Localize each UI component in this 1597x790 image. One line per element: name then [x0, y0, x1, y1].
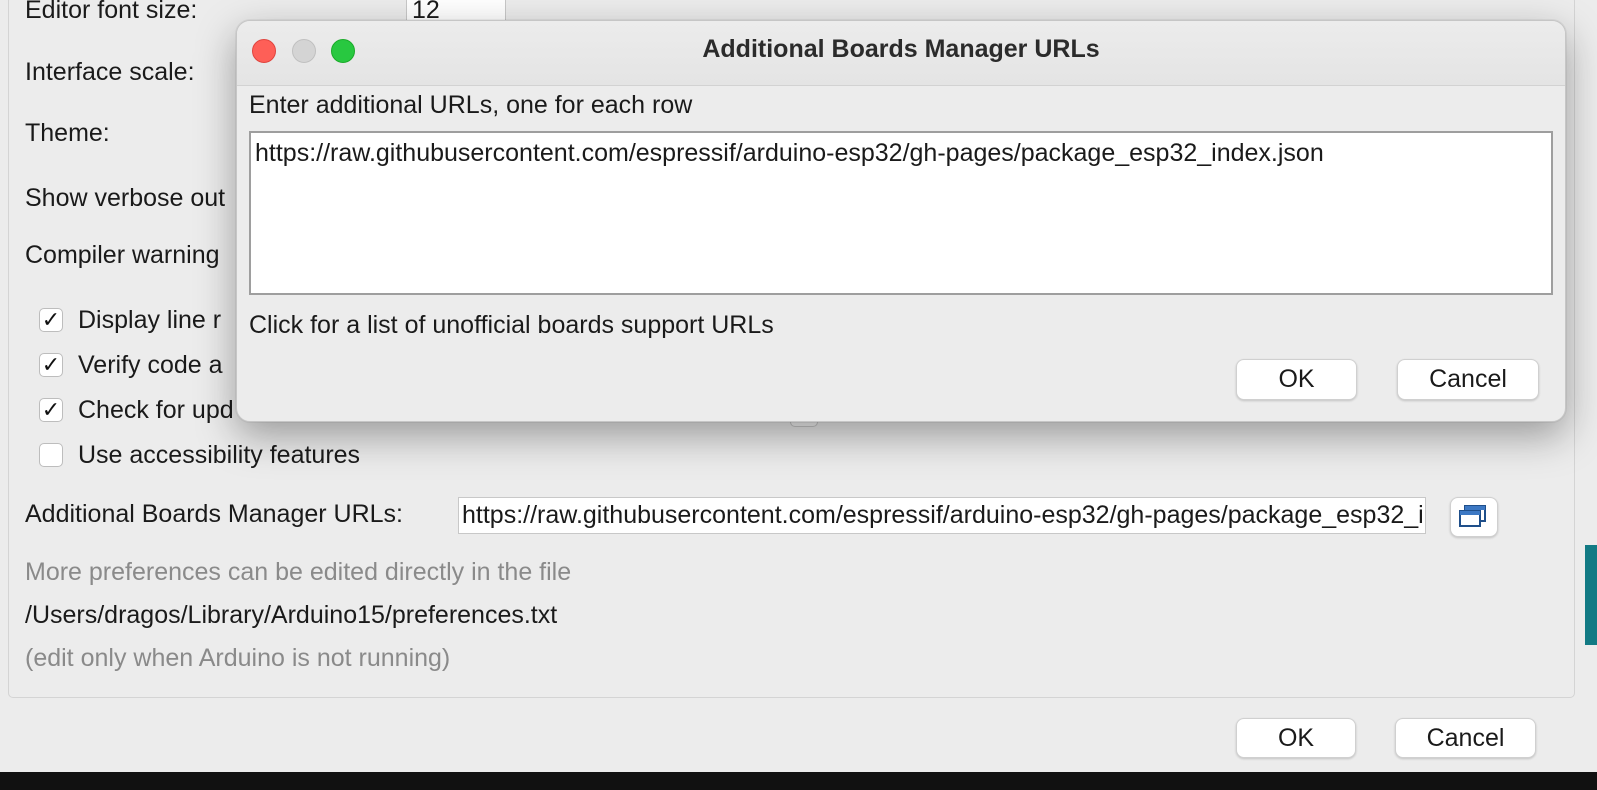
check-updates-label: Check for upd [78, 396, 234, 424]
dialog-ok-button[interactable]: OK [1236, 359, 1357, 400]
boards-urls-input[interactable]: https://raw.githubusercontent.com/espres… [458, 497, 1426, 534]
dialog-instruction: Enter additional URLs, one for each row [249, 91, 693, 119]
verify-code-label: Verify code a [78, 351, 223, 379]
desktop-edge [0, 772, 1597, 790]
interface-scale-label: Interface scale: [25, 58, 195, 86]
dialog-cancel-button[interactable]: Cancel [1397, 359, 1539, 400]
boards-urls-dialog: Additional Boards Manager URLs Enter add… [236, 20, 1566, 422]
preferences-cancel-button[interactable]: Cancel [1395, 718, 1536, 758]
check-updates-checkbox[interactable]: ✓ [39, 397, 63, 422]
edit-warning-note: (edit only when Arduino is not running) [25, 644, 451, 672]
dialog-title: Additional Boards Manager URLs [702, 35, 1100, 63]
boards-urls-label: Additional Boards Manager URLs: [25, 500, 403, 528]
editor-font-size-label: Editor font size: [25, 0, 198, 24]
accessibility-label: Use accessibility features [78, 441, 361, 469]
urls-textarea[interactable]: https://raw.githubusercontent.com/espres… [249, 131, 1553, 295]
compiler-warnings-label: Compiler warning [25, 241, 220, 269]
open-url-editor-button[interactable] [1450, 497, 1498, 537]
verbose-output-label: Show verbose out [25, 184, 226, 212]
windows-icon [1459, 505, 1486, 527]
dialog-titlebar: Additional Boards Manager URLs [237, 21, 1565, 86]
preferences-ok-button[interactable]: OK [1236, 718, 1356, 758]
unofficial-boards-link[interactable]: Click for a list of unofficial boards su… [249, 311, 774, 340]
theme-label: Theme: [25, 119, 110, 147]
background-window-edge [1585, 545, 1597, 645]
preferences-file-path[interactable]: /Users/dragos/Library/Arduino15/preferen… [25, 601, 557, 630]
display-line-numbers-label: Display line r [78, 306, 222, 334]
more-preferences-note: More preferences can be edited directly … [25, 558, 572, 586]
verify-code-checkbox[interactable]: ✓ [39, 352, 63, 377]
display-line-numbers-checkbox[interactable]: ✓ [39, 307, 63, 332]
accessibility-checkbox[interactable] [39, 443, 63, 467]
